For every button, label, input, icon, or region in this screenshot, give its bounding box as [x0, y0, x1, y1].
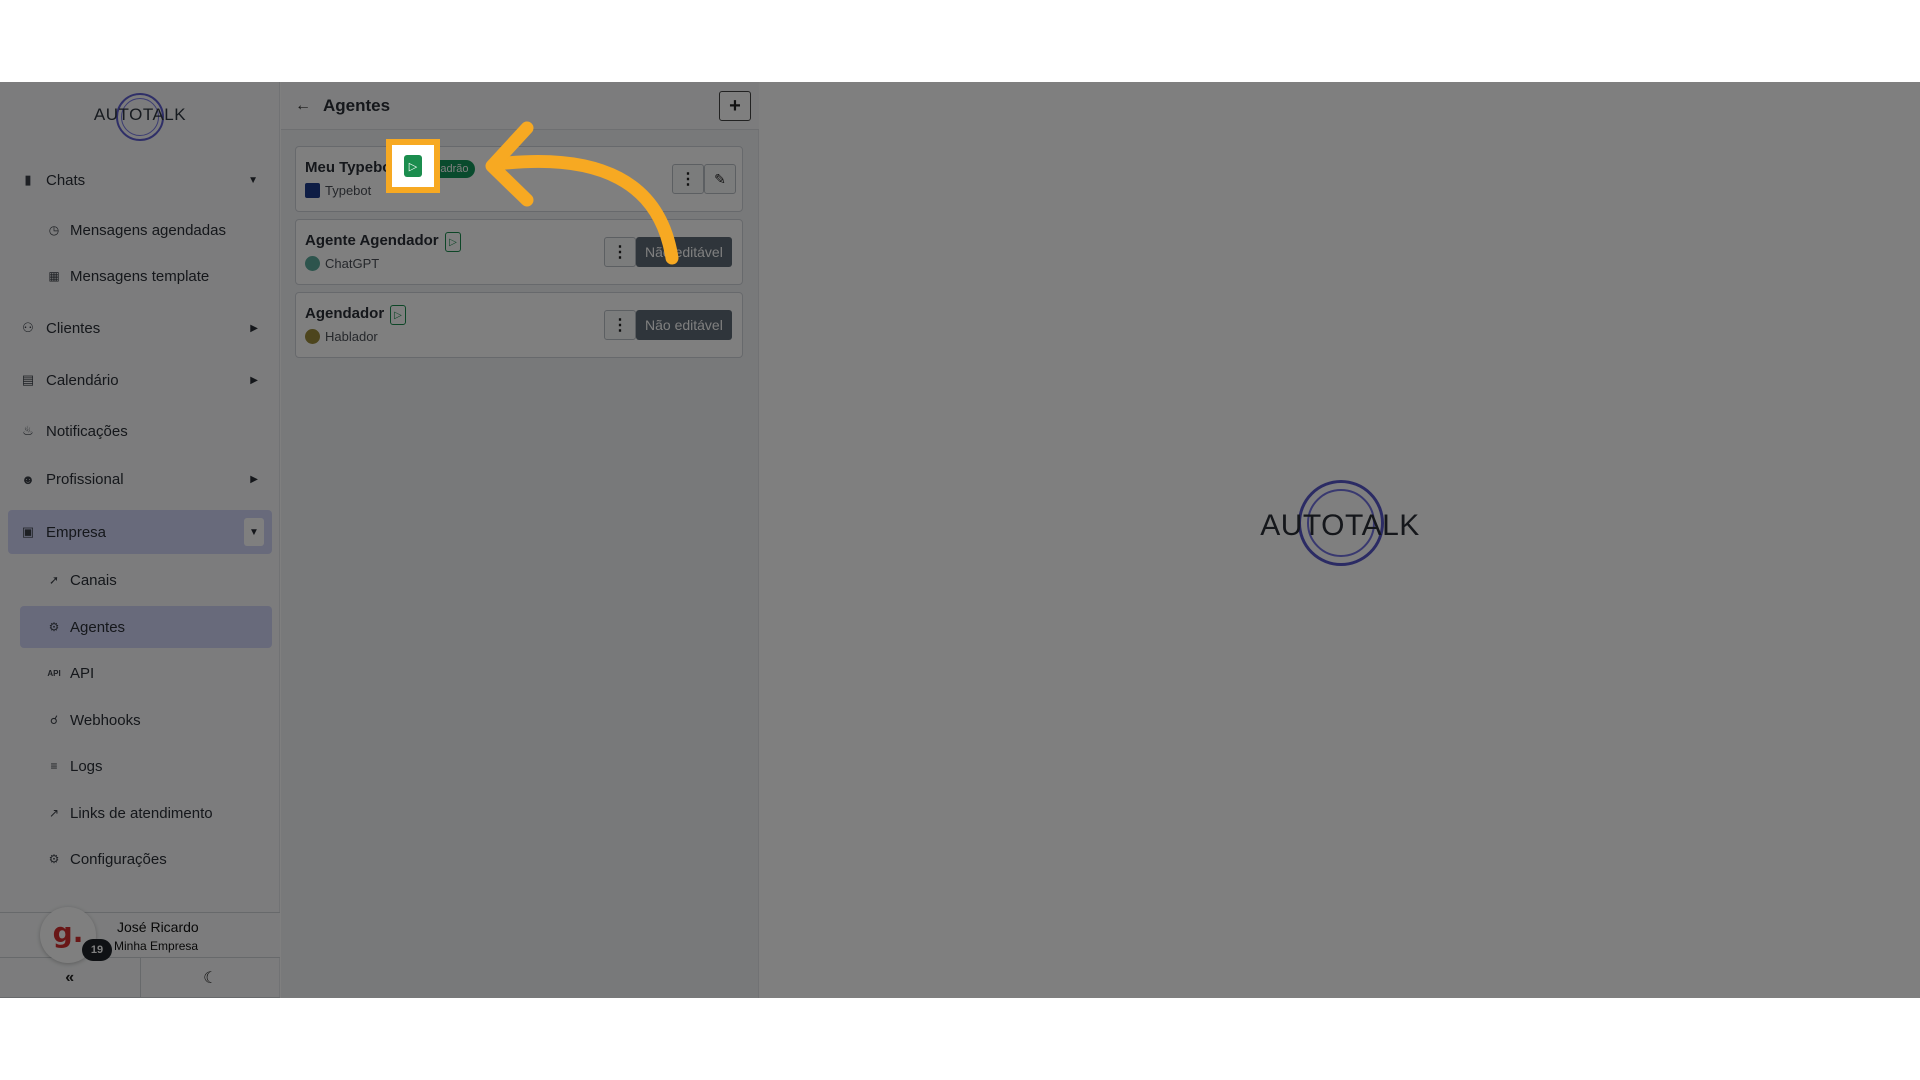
tutorial-arrow-icon — [485, 121, 679, 265]
app-window: AUTOTALK ▮ Chats ▼ ◷ Mensagens agendadas… — [0, 82, 1920, 998]
